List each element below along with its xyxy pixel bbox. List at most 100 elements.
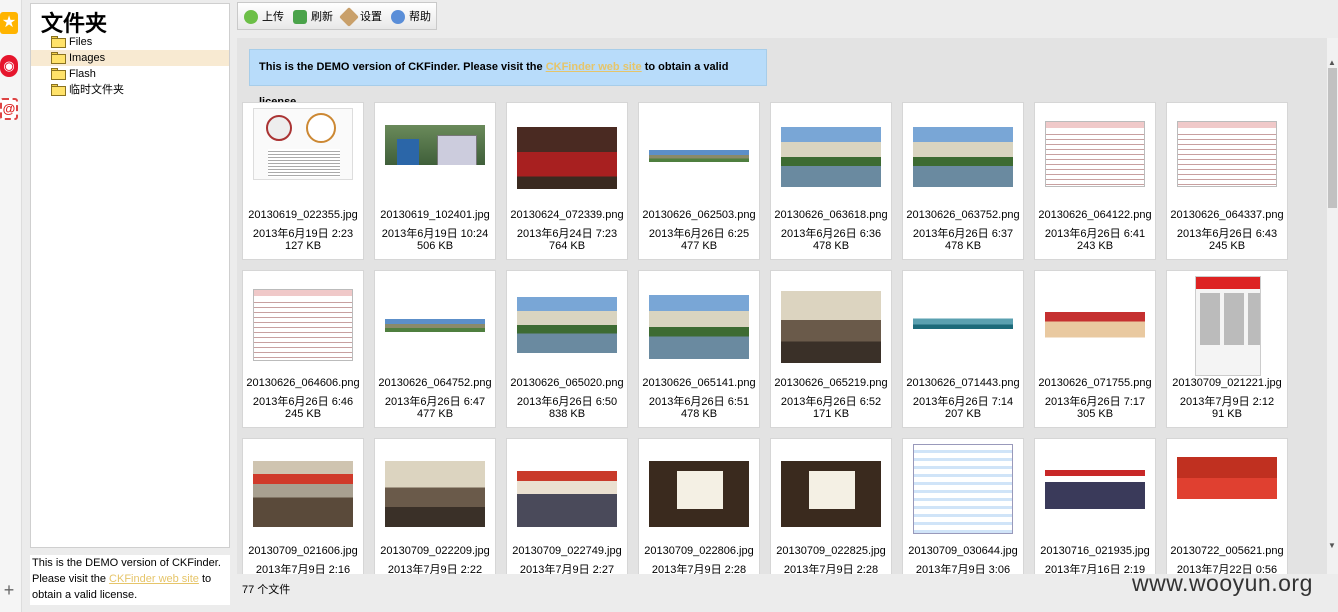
file-thumb[interactable]: 20130716_021935.jpg 2013年7月16日 2:19 bbox=[1034, 438, 1156, 574]
weibo-icon[interactable]: ◉ bbox=[0, 55, 18, 77]
demo-banner-text: This is the DEMO version of CKFinder. Pl… bbox=[259, 61, 546, 73]
file-size: 478 KB bbox=[680, 408, 718, 420]
file-thumb[interactable]: 20130709_021606.jpg 2013年7月9日 2:16 bbox=[242, 438, 364, 574]
file-name: 20130709_022209.jpg bbox=[380, 545, 490, 557]
file-thumb[interactable]: 20130619_022355.jpg 2013年6月19日 2:23 127 … bbox=[242, 102, 364, 260]
file-thumb[interactable]: 20130626_062503.png 2013年6月26日 6:25 477 … bbox=[638, 102, 760, 260]
file-date: 2013年6月26日 6:36 bbox=[780, 228, 882, 240]
folder-item-flash[interactable]: Flash bbox=[31, 66, 229, 82]
file-view: This is the DEMO version of CKFinder. Pl… bbox=[237, 38, 1327, 574]
file-date: 2013年6月19日 2:23 bbox=[252, 228, 354, 240]
scrollbar-thumb[interactable] bbox=[1328, 68, 1337, 208]
file-date: 2013年7月9日 2:28 bbox=[651, 564, 747, 574]
help-label: 帮助 bbox=[409, 11, 431, 23]
file-name: 20130709_021606.jpg bbox=[248, 545, 358, 557]
refresh-button[interactable]: 刷新 bbox=[293, 9, 333, 25]
side-strip: ★ ◉ @ + bbox=[0, 0, 22, 612]
watermark: www.wooyun.org bbox=[1132, 570, 1313, 596]
file-name: 20130626_063618.png bbox=[774, 209, 888, 221]
ckfinder-site-link[interactable]: CKFinder web site bbox=[109, 573, 199, 585]
file-name: 20130709_030644.jpg bbox=[908, 545, 1018, 557]
file-date: 2013年6月24日 7:23 bbox=[516, 228, 618, 240]
file-name: 20130716_021935.jpg bbox=[1040, 545, 1150, 557]
file-thumb[interactable]: 20130624_072339.png 2013年6月24日 7:23 764 … bbox=[506, 102, 628, 260]
file-thumb[interactable]: 20130626_064337.png 2013年6月26日 6:43 245 … bbox=[1166, 102, 1288, 260]
help-button[interactable]: 帮助 bbox=[391, 9, 431, 25]
file-name: 20130626_064752.png bbox=[378, 377, 492, 389]
file-name: 20130626_071443.png bbox=[906, 377, 1020, 389]
file-thumb[interactable]: 20130626_064752.png 2013年6月26日 6:47 477 … bbox=[374, 270, 496, 428]
file-name: 20130709_022749.jpg bbox=[512, 545, 622, 557]
folder-item-images[interactable]: Images bbox=[31, 50, 229, 66]
file-size: 764 KB bbox=[548, 240, 586, 252]
file-thumb[interactable]: 20130626_063752.png 2013年6月26日 6:37 478 … bbox=[902, 102, 1024, 260]
file-thumb[interactable]: 20130626_065020.png 2013年6月26日 6:50 838 … bbox=[506, 270, 628, 428]
file-thumb[interactable]: 20130626_064122.png 2013年6月26日 6:41 243 … bbox=[1034, 102, 1156, 260]
file-name: 20130626_065020.png bbox=[510, 377, 624, 389]
upload-button[interactable]: 上传 bbox=[244, 9, 284, 25]
thumbnail-image bbox=[517, 461, 617, 527]
file-name: 20130626_063752.png bbox=[906, 209, 1020, 221]
file-thumb[interactable]: 20130709_021221.jpg 2013年7月9日 2:12 91 KB bbox=[1166, 270, 1288, 428]
settings-button[interactable]: 设置 bbox=[339, 7, 382, 27]
file-thumb[interactable]: 20130619_102401.jpg 2013年6月19日 10:24 506… bbox=[374, 102, 496, 260]
folder-label: Files bbox=[69, 36, 93, 48]
file-thumb[interactable]: 20130709_022825.jpg 2013年7月9日 2:28 bbox=[770, 438, 892, 574]
scroll-up-icon[interactable]: ▲ bbox=[1328, 58, 1336, 67]
thumbnail-image bbox=[253, 108, 353, 180]
file-date: 2013年7月9日 3:06 bbox=[915, 564, 1011, 574]
refresh-label: 刷新 bbox=[311, 11, 333, 23]
vertical-scrollbar[interactable]: ▲ ▼ bbox=[1327, 38, 1338, 574]
file-name: 20130626_065141.png bbox=[642, 377, 756, 389]
file-name: 20130722_005621.png bbox=[1170, 545, 1284, 557]
file-thumb[interactable]: 20130722_005621.png 2013年7月22日 0:56 bbox=[1166, 438, 1288, 574]
folder-icon bbox=[51, 36, 66, 48]
file-name: 20130626_062503.png bbox=[642, 209, 756, 221]
file-count: 77 个文件 bbox=[242, 584, 291, 596]
file-thumb[interactable]: 20130626_064606.png 2013年6月26日 6:46 245 … bbox=[242, 270, 364, 428]
file-thumb[interactable]: 20130709_030644.jpg 2013年7月9日 3:06 bbox=[902, 438, 1024, 574]
folder-pane-title: 文件夹 bbox=[41, 12, 108, 37]
thumbnail-image bbox=[385, 125, 485, 165]
folder-label: Flash bbox=[69, 68, 96, 80]
file-name: 20130626_071755.png bbox=[1038, 377, 1152, 389]
wrench-icon bbox=[339, 7, 359, 27]
file-thumb[interactable]: 20130709_022806.jpg 2013年7月9日 2:28 bbox=[638, 438, 760, 574]
ckfinder-site-link[interactable]: CKFinder web site bbox=[546, 61, 642, 73]
toolbar: 上传 刷新 设置 帮助 bbox=[237, 2, 437, 30]
thumbnail-image bbox=[517, 297, 617, 353]
thumbnail-image bbox=[1177, 457, 1277, 527]
file-thumb[interactable]: 20130626_063618.png 2013年6月26日 6:36 478 … bbox=[770, 102, 892, 260]
thumbnail-image bbox=[781, 127, 881, 187]
thumbnail-image bbox=[385, 461, 485, 527]
file-date: 2013年6月26日 6:47 bbox=[384, 396, 486, 408]
file-date: 2013年6月26日 6:51 bbox=[648, 396, 750, 408]
file-thumb[interactable]: 20130626_071755.png 2013年6月26日 7:17 305 … bbox=[1034, 270, 1156, 428]
file-thumb[interactable]: 20130626_071443.png 2013年6月26日 7:14 207 … bbox=[902, 270, 1024, 428]
file-thumb[interactable]: 20130626_065219.png 2013年6月26日 6:52 171 … bbox=[770, 270, 892, 428]
folder-item-files[interactable]: Files bbox=[31, 34, 229, 50]
scroll-down-icon[interactable]: ▼ bbox=[1328, 541, 1336, 550]
file-name: 20130626_064337.png bbox=[1170, 209, 1284, 221]
file-size: 243 KB bbox=[1076, 240, 1114, 252]
file-date: 2013年6月26日 6:46 bbox=[252, 396, 354, 408]
file-size: 207 KB bbox=[944, 408, 982, 420]
star-icon[interactable]: ★ bbox=[0, 12, 18, 34]
file-date: 2013年6月26日 7:17 bbox=[1044, 396, 1146, 408]
file-date: 2013年6月26日 6:25 bbox=[648, 228, 750, 240]
plus-icon[interactable]: + bbox=[0, 580, 18, 601]
file-size: 305 KB bbox=[1076, 408, 1114, 420]
file-thumb[interactable]: 20130709_022749.jpg 2013年7月9日 2:27 bbox=[506, 438, 628, 574]
folder-pane: 文件夹 Files Images Flash 临时文件夹 bbox=[30, 3, 230, 548]
file-name: 20130626_064606.png bbox=[246, 377, 360, 389]
file-thumb[interactable]: 20130709_022209.jpg 2013年7月9日 2:22 bbox=[374, 438, 496, 574]
mail-icon[interactable]: @ bbox=[0, 98, 18, 120]
file-date: 2013年7月9日 2:16 bbox=[255, 564, 351, 574]
folder-item-temp[interactable]: 临时文件夹 bbox=[31, 82, 229, 98]
thumbnail-image bbox=[649, 295, 749, 359]
file-date: 2013年6月26日 6:52 bbox=[780, 396, 882, 408]
demo-notice-text: Please visit the bbox=[32, 573, 110, 585]
folder-label: Images bbox=[69, 52, 106, 64]
file-thumb[interactable]: 20130626_065141.png 2013年6月26日 6:51 478 … bbox=[638, 270, 760, 428]
folder-icon bbox=[51, 68, 66, 80]
